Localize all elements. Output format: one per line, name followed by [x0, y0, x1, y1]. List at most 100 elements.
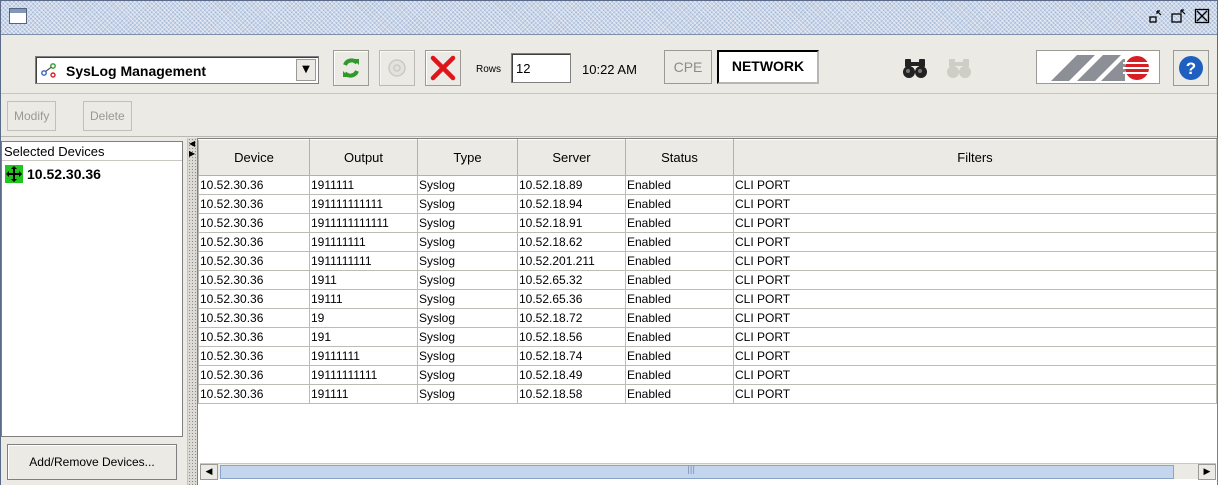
table-row[interactable]: 10.52.30.36 19111111111 Syslog 10.52.18.49 E… [198, 365, 1217, 385]
cell-server: 10.52.18.94 [517, 194, 626, 214]
cell-server: 10.52.18.91 [517, 213, 626, 233]
cell-type: Syslog [417, 213, 518, 233]
help-button[interactable]: ? [1173, 50, 1209, 86]
cell-type: Syslog [417, 308, 518, 328]
cell-output: 191111 [309, 384, 418, 404]
rows-input[interactable]: 12 [511, 53, 571, 83]
cell-device: 10.52.30.36 [198, 194, 310, 214]
scroll-right-icon[interactable]: ▶ [1198, 464, 1216, 480]
cell-type: Syslog [417, 175, 518, 195]
cell-filters: CLI PORT [733, 327, 1217, 347]
module-select[interactable]: SysLog Management ▼ [35, 56, 319, 84]
cell-output: 19 [309, 308, 418, 328]
selected-devices-panel: Selected Devices 10.52.30.36 Add/Remove … [1, 138, 187, 485]
cell-filters: CLI PORT [733, 365, 1217, 385]
maximize-icon[interactable] [1171, 8, 1187, 24]
cell-status: Enabled [625, 289, 734, 309]
cell-server: 10.52.18.49 [517, 365, 626, 385]
table-row[interactable]: 10.52.30.36 19 Syslog 10.52.18.72 Enabled CLI… [198, 308, 1217, 328]
table-row[interactable]: 10.52.30.36 19111 Syslog 10.52.65.36 Enabled… [198, 289, 1217, 309]
clock-time: 10:22 AM [582, 62, 637, 77]
find-next-button[interactable] [941, 50, 977, 86]
column-header-server[interactable]: Server [517, 139, 626, 176]
cell-status: Enabled [625, 384, 734, 404]
cell-output: 191111111111 [309, 194, 418, 214]
cell-status: Enabled [625, 232, 734, 252]
scrollbar-thumb[interactable] [220, 465, 1174, 479]
column-header-output[interactable]: Output [309, 139, 418, 176]
cell-output: 1911 [309, 270, 418, 290]
window-icon[interactable] [9, 8, 27, 24]
table-row[interactable]: 10.52.30.36 1911111 Syslog 10.52.18.89 Enabl… [198, 175, 1217, 195]
column-header-filters[interactable]: Filters [733, 139, 1217, 176]
close-icon[interactable] [1194, 8, 1210, 24]
collapse-left-icon[interactable]: ◀ [189, 140, 195, 148]
restore-icon[interactable] [1149, 8, 1165, 24]
table-row[interactable]: 10.52.30.36 191111 Syslog 10.52.18.58 Enable… [198, 384, 1217, 404]
device-list-item[interactable]: 10.52.30.36 [5, 165, 101, 183]
binoculars-disabled-icon [947, 59, 971, 78]
expand-right-icon[interactable]: ▶ [189, 150, 195, 158]
find-button[interactable] [897, 50, 933, 86]
network-toggle[interactable]: NETWORK [717, 50, 819, 84]
toolbar: SysLog Management ▼ Rows 12 10:22 AM CPE… [1, 36, 1217, 94]
cell-device: 10.52.30.36 [198, 270, 310, 290]
module-select-value: SysLog Management [66, 63, 207, 79]
cancel-button[interactable] [425, 50, 461, 86]
table-row[interactable]: 10.52.30.36 19111111 Syslog 10.52.18.74 Enab… [198, 346, 1217, 366]
cell-filters: CLI PORT [733, 175, 1217, 195]
help-icon: ? [1179, 56, 1203, 80]
column-header-device[interactable]: Device [198, 139, 310, 176]
device-list-label: 10.52.30.36 [27, 166, 101, 182]
cell-server: 10.52.18.58 [517, 384, 626, 404]
table-row[interactable]: 10.52.30.36 191111111111 Syslog 10.52.18.94… [198, 194, 1217, 214]
table-row[interactable]: 10.52.30.36 191 Syslog 10.52.18.56 Enabled CL… [198, 327, 1217, 347]
chevron-down-icon[interactable]: ▼ [296, 59, 316, 81]
app-window: SysLog Management ▼ Rows 12 10:22 AM CPE… [0, 0, 1218, 485]
cell-server: 10.52.18.74 [517, 346, 626, 366]
cell-type: Syslog [417, 384, 518, 404]
cell-output: 19111 [309, 289, 418, 309]
cell-device: 10.52.30.36 [198, 213, 310, 233]
cell-type: Syslog [417, 270, 518, 290]
table-row[interactable]: 10.52.30.36 191111111 Syslog 10.52.18.62 Ena… [198, 232, 1217, 252]
stop-button[interactable] [379, 50, 415, 86]
syslog-table: Device Output Type Server Status Filters… [198, 139, 1217, 404]
cell-type: Syslog [417, 194, 518, 214]
panel-splitter[interactable]: ◀ ▶ [187, 138, 197, 485]
cell-status: Enabled [625, 194, 734, 214]
cell-output: 1911111111 [309, 251, 418, 271]
add-remove-devices-button[interactable]: Add/Remove Devices... [7, 444, 177, 480]
selected-devices-list: Selected Devices 10.52.30.36 [1, 141, 183, 437]
scroll-left-icon[interactable]: ◀ [200, 464, 218, 480]
cell-server: 10.52.18.89 [517, 175, 626, 195]
horizontal-scrollbar[interactable]: ◀ ▶ [200, 463, 1216, 480]
cell-filters: CLI PORT [733, 194, 1217, 214]
table-row[interactable]: 10.52.30.36 1911111111111 Syslog 10.52.18.9… [198, 213, 1217, 233]
cell-server: 10.52.18.56 [517, 327, 626, 347]
table-header-row: Device Output Type Server Status Filters [198, 139, 1217, 176]
modify-button[interactable]: Modify [7, 101, 57, 131]
column-header-type[interactable]: Type [417, 139, 518, 176]
cell-status: Enabled [625, 365, 734, 385]
svg-text:?: ? [1186, 59, 1196, 78]
table-row[interactable]: 10.52.30.36 1911 Syslog 10.52.65.32 Enabled C… [198, 270, 1217, 290]
delete-button[interactable]: Delete [83, 101, 132, 131]
cell-filters: CLI PORT [733, 346, 1217, 366]
cell-filters: CLI PORT [733, 289, 1217, 309]
binoculars-icon [903, 59, 927, 78]
cell-device: 10.52.30.36 [198, 384, 310, 404]
column-header-status[interactable]: Status [625, 139, 734, 176]
table-row[interactable]: 10.52.30.36 1911111111 Syslog 10.52.201.211… [198, 251, 1217, 271]
cell-output: 1911111 [309, 175, 418, 195]
cell-output: 1911111111111 [309, 213, 418, 233]
cell-type: Syslog [417, 327, 518, 347]
cell-status: Enabled [625, 346, 734, 366]
cell-status: Enabled [625, 270, 734, 290]
cell-device: 10.52.30.36 [198, 251, 310, 271]
refresh-icon [343, 58, 359, 78]
refresh-button[interactable] [333, 50, 369, 86]
selected-devices-header: Selected Devices [2, 142, 182, 161]
cell-status: Enabled [625, 251, 734, 271]
cpe-toggle[interactable]: CPE [664, 50, 712, 84]
